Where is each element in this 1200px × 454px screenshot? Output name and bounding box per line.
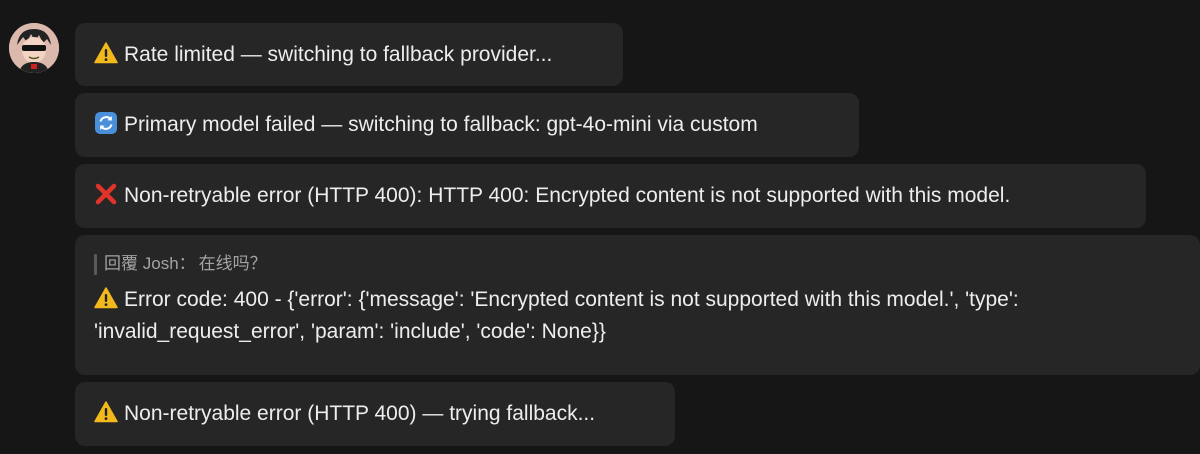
message-bubble: Non-retryable error (HTTP 400) — trying … bbox=[75, 382, 675, 446]
refresh-icon bbox=[94, 111, 118, 135]
message-text: Error code: 400 - {'error': {'message': … bbox=[94, 288, 1019, 343]
message-text: Rate limited — switching to fallback pro… bbox=[124, 43, 553, 66]
warning-icon bbox=[94, 41, 118, 65]
message-text: Non-retryable error (HTTP 400): HTTP 400… bbox=[124, 184, 1011, 207]
message-bubble: Primary model failed — switching to fall… bbox=[75, 93, 859, 157]
warning-icon bbox=[94, 400, 118, 424]
avatar[interactable] bbox=[9, 23, 59, 73]
cross-icon bbox=[94, 182, 118, 206]
warning-icon bbox=[94, 286, 118, 310]
message-body: Error code: 400 - {'error': {'message': … bbox=[94, 284, 1184, 348]
avatar-illustration bbox=[9, 23, 59, 73]
reply-quote-text: 在线吗？ bbox=[198, 254, 267, 273]
message-bubble: 回覆 Josh：在线吗？ Error code: 400 - {'error':… bbox=[75, 235, 1200, 375]
reply-separator: ： bbox=[178, 254, 196, 273]
message-text: Primary model failed — switching to fall… bbox=[124, 113, 758, 136]
reply-author: Josh bbox=[142, 254, 179, 273]
reply-bar bbox=[94, 253, 97, 275]
message-bubble: Non-retryable error (HTTP 400): HTTP 400… bbox=[75, 164, 1146, 228]
message-bubble: Rate limited — switching to fallback pro… bbox=[75, 23, 623, 86]
reply-prefix: 回覆 bbox=[104, 254, 138, 273]
reply-quote[interactable]: 回覆 Josh：在线吗？ bbox=[94, 252, 1200, 276]
message-text: Non-retryable error (HTTP 400) — trying … bbox=[124, 402, 596, 425]
